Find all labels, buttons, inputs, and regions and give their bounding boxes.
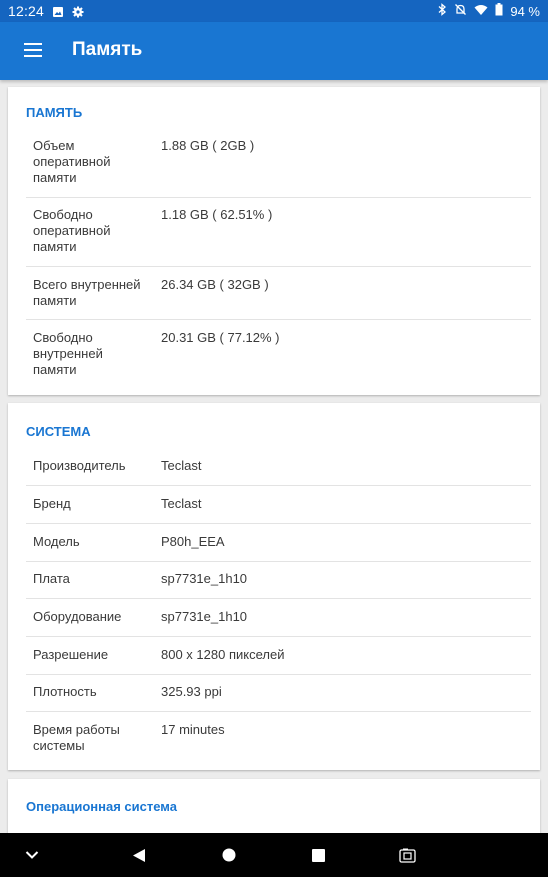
row-value: 1.88 GB ( 2GB ) (161, 138, 255, 153)
row-key: Бренд (33, 496, 71, 511)
row-value: 20.31 GB ( 77.12% ) (161, 330, 280, 345)
row-value: 325.93 ppi (161, 684, 222, 699)
gear-icon (72, 5, 84, 18)
system-row-brand: Бренд Teclast (26, 496, 531, 524)
row-value: sp7731e_1h10 (161, 571, 248, 586)
row-value: Teclast (161, 458, 202, 473)
recents-icon[interactable] (296, 833, 340, 877)
memory-row-total-storage: Всего внутренней памяти 26.34 GB ( 32GB … (26, 277, 531, 320)
row-key: Всего внутренней памяти (33, 277, 141, 308)
row-key: Разрешение (33, 647, 109, 662)
memory-row-free-storage: Свободно внутренней памяти 20.31 GB ( 77… (26, 330, 531, 385)
memory-row-free-ram: Свободно оперативной памяти 1.18 GB ( 62… (26, 207, 531, 267)
battery-percent: 94 % (510, 3, 540, 19)
memory-row-total-ram: Объем оперативной памяти 1.88 GB ( 2GB ) (26, 138, 531, 198)
image-icon (52, 5, 64, 17)
row-key: Объем оперативной памяти (33, 138, 111, 185)
memory-section-title: ПАМЯТЬ (26, 105, 83, 120)
row-value: 800 x 1280 пикселей (161, 647, 285, 662)
row-value: sp7731e_1h10 (161, 609, 248, 624)
system-row-resolution: Разрешение 800 x 1280 пикселей (26, 647, 531, 675)
system-row-board: Плата sp7731e_1h10 (26, 571, 531, 599)
row-value: P80h_EEA (161, 534, 225, 549)
row-key: Плата (33, 571, 70, 586)
row-value: 26.34 GB ( 32GB ) (161, 277, 269, 292)
system-row-uptime: Время работы системы 17 minutes (26, 722, 531, 762)
row-key: Время работы системы (33, 722, 120, 753)
battery-icon (495, 3, 503, 19)
system-section-title: СИСТЕМА (26, 424, 91, 439)
row-value: 1.18 GB ( 62.51% ) (161, 207, 273, 222)
row-value: 17 minutes (161, 722, 225, 737)
system-row-manufacturer: Производитель Teclast (26, 458, 531, 486)
screenshot-icon[interactable] (385, 833, 429, 877)
row-key: Оборудование (33, 609, 122, 624)
navigation-bar (0, 833, 548, 877)
wifi-icon (474, 4, 488, 19)
row-key: Плотность (33, 684, 97, 699)
row-value: Teclast (161, 496, 202, 511)
row-key: Производитель (33, 458, 126, 473)
row-key: Модель (33, 534, 80, 549)
menu-icon[interactable] (24, 43, 42, 57)
os-card: Операционная система (8, 779, 540, 839)
system-row-density: Плотность 325.93 ppi (26, 684, 531, 712)
memory-card: ПАМЯТЬ Объем оперативной памяти 1.88 GB … (8, 87, 540, 395)
system-row-model: Модель P80h_EEA (26, 534, 531, 562)
bluetooth-icon (437, 3, 447, 19)
system-card: СИСТЕМА Производитель Teclast Бренд Tecl… (8, 403, 540, 770)
system-row-hardware: Оборудование sp7731e_1h10 (26, 609, 531, 637)
notifications-off-icon (454, 3, 467, 19)
status-time: 12:24 (8, 3, 45, 19)
row-key: Свободно оперативной памяти (33, 207, 111, 254)
chevron-down-icon[interactable] (10, 833, 54, 877)
status-bar: 12:24 94 % (0, 0, 548, 22)
row-key: Свободно внутренней памяти (33, 330, 103, 377)
os-section-title: Операционная система (26, 799, 177, 814)
back-icon[interactable] (117, 833, 161, 877)
page-title: Память (72, 39, 143, 60)
home-icon[interactable] (207, 833, 251, 877)
app-bar: Память (0, 22, 548, 80)
